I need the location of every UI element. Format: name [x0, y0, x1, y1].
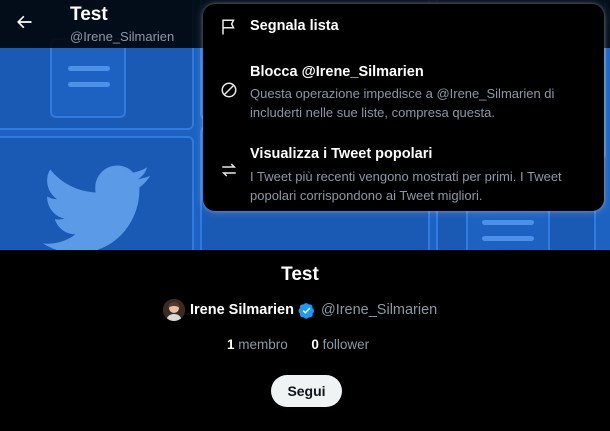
menu-item-label: Blocca @Irene_Silmarien — [250, 64, 424, 80]
members-count: 1 — [227, 337, 235, 352]
followers-count: 0 — [311, 337, 319, 352]
owner-name: Irene Silmarien — [190, 302, 294, 318]
menu-item-description: Questa operazione impedisce a @Irene_Sil… — [250, 86, 555, 120]
members-label: membro — [238, 337, 288, 352]
members-stat[interactable]: 1 membro — [227, 337, 292, 352]
menu-item-description: I Tweet più recenti vengono mostrati per… — [250, 169, 562, 203]
flag-icon — [219, 17, 239, 37]
menu-item-popular-tweets[interactable]: Visualizza i Tweet popolari I Tweet più … — [203, 136, 604, 208]
list-options-menu: Segnala lista Blocca @Irene_Silmarien Qu… — [203, 4, 604, 211]
menu-item-report-list[interactable]: Segnala lista — [203, 4, 604, 48]
owner-handle: @Irene_Silmarien — [320, 302, 438, 318]
header-handle: @Irene_Silmarien — [70, 29, 175, 44]
block-icon — [219, 80, 239, 100]
menu-item-block-user[interactable]: Blocca @Irene_Silmarien Questa operazion… — [203, 56, 604, 128]
list-stats: 1 membro 0 follower — [227, 337, 369, 352]
menu-item-label: Visualizza i Tweet popolari — [250, 146, 433, 162]
arrow-left-icon — [17, 15, 32, 29]
twitter-bird-icon — [42, 165, 151, 250]
followers-stat[interactable]: 0 follower — [311, 337, 369, 352]
banner-document — [50, 38, 126, 118]
follow-button[interactable]: Segui — [271, 375, 342, 407]
list-owner[interactable]: Irene Silmarien @Irene_Silmarien — [163, 298, 437, 322]
swap-arrows-icon — [219, 160, 239, 180]
verified-badge-icon — [298, 302, 315, 319]
followers-label: follower — [322, 337, 370, 352]
list-title: Test — [281, 264, 319, 285]
avatar — [163, 299, 185, 321]
back-button[interactable] — [10, 8, 38, 36]
header-title: Test — [70, 4, 108, 25]
menu-item-label: Segnala lista — [250, 18, 339, 34]
